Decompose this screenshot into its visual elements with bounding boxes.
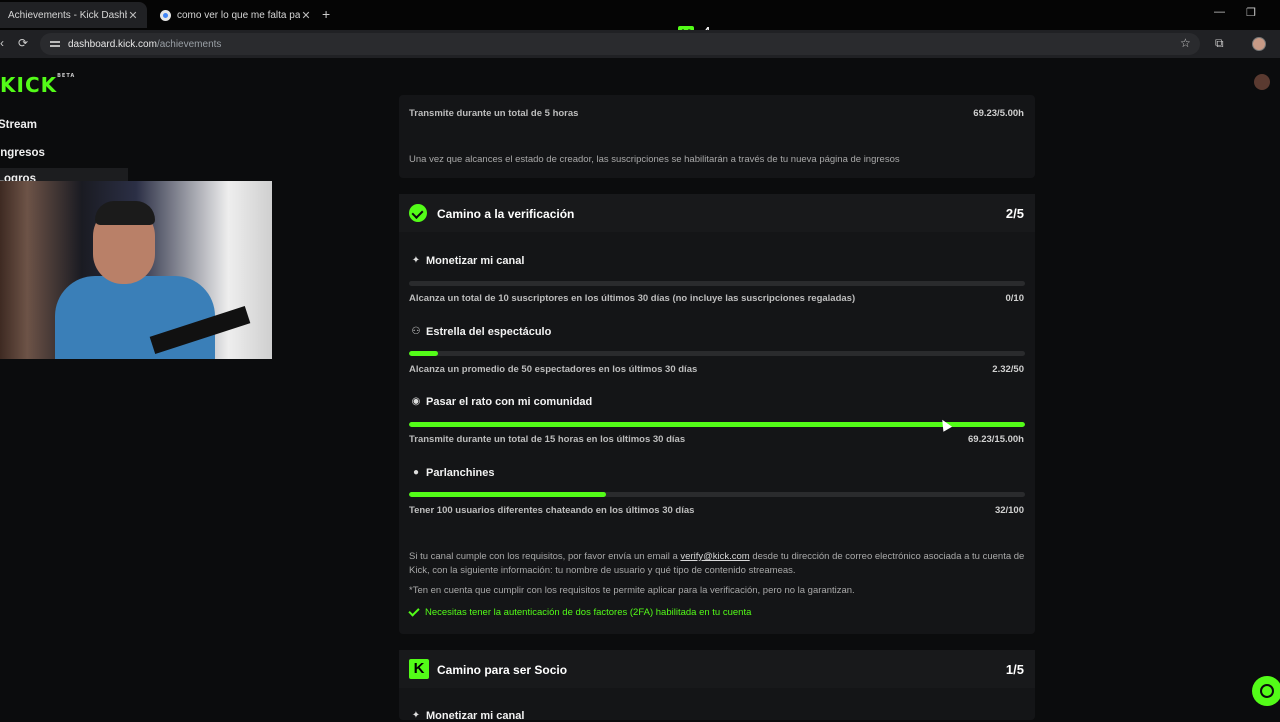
verification-count: 2/5 xyxy=(1005,206,1024,221)
progress-track xyxy=(409,422,1025,427)
verification-info: Si tu canal cumple con los requisitos, p… xyxy=(409,551,1025,576)
support-chat-icon[interactable] xyxy=(1252,676,1280,706)
checkmark-icon xyxy=(408,605,420,617)
tab-search[interactable]: como ver lo que me falta para l ✕ xyxy=(152,2,320,28)
item-value: 32/100 xyxy=(994,505,1024,516)
url-field[interactable]: dashboard.kick.com/achievements xyxy=(40,33,1200,55)
item-desc: Tener 100 usuarios diferentes chateando … xyxy=(409,505,695,516)
creator-hours-desc: Transmite durante un total de 5 horas xyxy=(409,108,579,119)
restore-icon[interactable]: ❐ xyxy=(1246,6,1256,19)
partner-count: 1/5 xyxy=(1005,662,1024,677)
item-desc: Alcanza un total de 10 suscriptores en l… xyxy=(409,293,856,304)
new-tab-button[interactable]: + xyxy=(322,6,330,22)
item-desc: Transmite durante un total de 15 horas e… xyxy=(409,434,686,445)
progress-fill xyxy=(409,492,607,497)
progress-track xyxy=(409,281,1025,286)
extensions-icon[interactable]: ⧉ xyxy=(1215,36,1224,51)
webcam-overlay xyxy=(0,181,272,359)
google-icon xyxy=(160,9,171,21)
progress-track xyxy=(409,492,1025,497)
verify-email-link[interactable]: verify@kick.com xyxy=(680,551,749,562)
verification-disclaimer: *Ten en cuenta que cumplir con los requi… xyxy=(409,585,855,596)
user-avatar[interactable] xyxy=(1254,74,1270,90)
close-icon[interactable]: ✕ xyxy=(127,9,139,22)
partner-title: Camino para ser Socio xyxy=(437,663,568,677)
reload-icon[interactable]: ⟳ xyxy=(18,36,28,50)
tab-title: Achievements - Kick Dashboard xyxy=(8,9,127,21)
close-icon[interactable]: ✕ xyxy=(300,9,312,22)
sidebar-item-stream[interactable]: Stream xyxy=(0,119,37,131)
browser-tab-strip: Achievements - Kick Dashboard ✕ como ver… xyxy=(0,0,1280,30)
back-icon[interactable]: ‹ xyxy=(0,36,4,50)
site-settings-icon[interactable] xyxy=(50,39,60,49)
tab-achievements[interactable]: Achievements - Kick Dashboard ✕ xyxy=(0,2,147,28)
broadcast-icon: ◉ xyxy=(411,396,421,407)
partner-first-item-title: Monetizar mi canal xyxy=(426,710,525,722)
progress-fill xyxy=(409,422,1025,427)
tab-title: como ver lo que me falta para l xyxy=(177,9,300,21)
minimize-icon[interactable]: — xyxy=(1214,6,1225,18)
verification-header: Camino a la verificación 2/5 xyxy=(399,194,1035,232)
partner-header: K Camino para ser Socio 1/5 xyxy=(399,650,1035,688)
sparkle-icon: ✦ xyxy=(411,255,421,266)
kick-k-icon: K xyxy=(409,659,429,679)
url-host: dashboard.kick.com xyxy=(68,38,157,50)
beta-badge: BETA xyxy=(57,73,76,79)
sparkle-icon: ✦ xyxy=(411,710,421,721)
item-title: Parlanchines xyxy=(426,467,495,479)
creator-hours-value: 69.23/5.00h xyxy=(973,108,1024,119)
progress-track xyxy=(409,351,1025,356)
address-bar: ‹ ⟳ dashboard.kick.com/achievements ☆ ⧉ xyxy=(0,30,1280,58)
verification-title: Camino a la verificación xyxy=(437,207,575,221)
viewers-icon: ⚇ xyxy=(411,326,421,337)
creator-note: Una vez que alcances el estado de creado… xyxy=(409,154,900,165)
item-title: Pasar el rato con mi comunidad xyxy=(426,396,593,408)
twofa-note: Necesitas tener la autenticación de dos … xyxy=(408,605,751,618)
verified-badge-icon xyxy=(409,204,427,222)
item-value: 2.32/50 xyxy=(992,364,1024,375)
chat-bubble-icon: ● xyxy=(412,467,420,478)
item-title: Monetizar mi canal xyxy=(426,255,525,267)
bookmark-star-icon[interactable]: ☆ xyxy=(1180,36,1191,50)
profile-avatar[interactable] xyxy=(1252,37,1266,51)
progress-fill xyxy=(409,351,438,356)
item-desc: Alcanza un promedio de 50 espectadores e… xyxy=(409,364,698,375)
sidebar-item-ingresos[interactable]: Ingresos xyxy=(0,147,45,159)
item-value: 69.23/15.00h xyxy=(968,434,1024,445)
item-title: Estrella del espectáculo xyxy=(426,326,552,338)
item-value: 0/10 xyxy=(1005,293,1025,304)
kick-logo[interactable]: KICKBETA xyxy=(0,73,75,97)
url-path: /achievements xyxy=(156,38,222,50)
